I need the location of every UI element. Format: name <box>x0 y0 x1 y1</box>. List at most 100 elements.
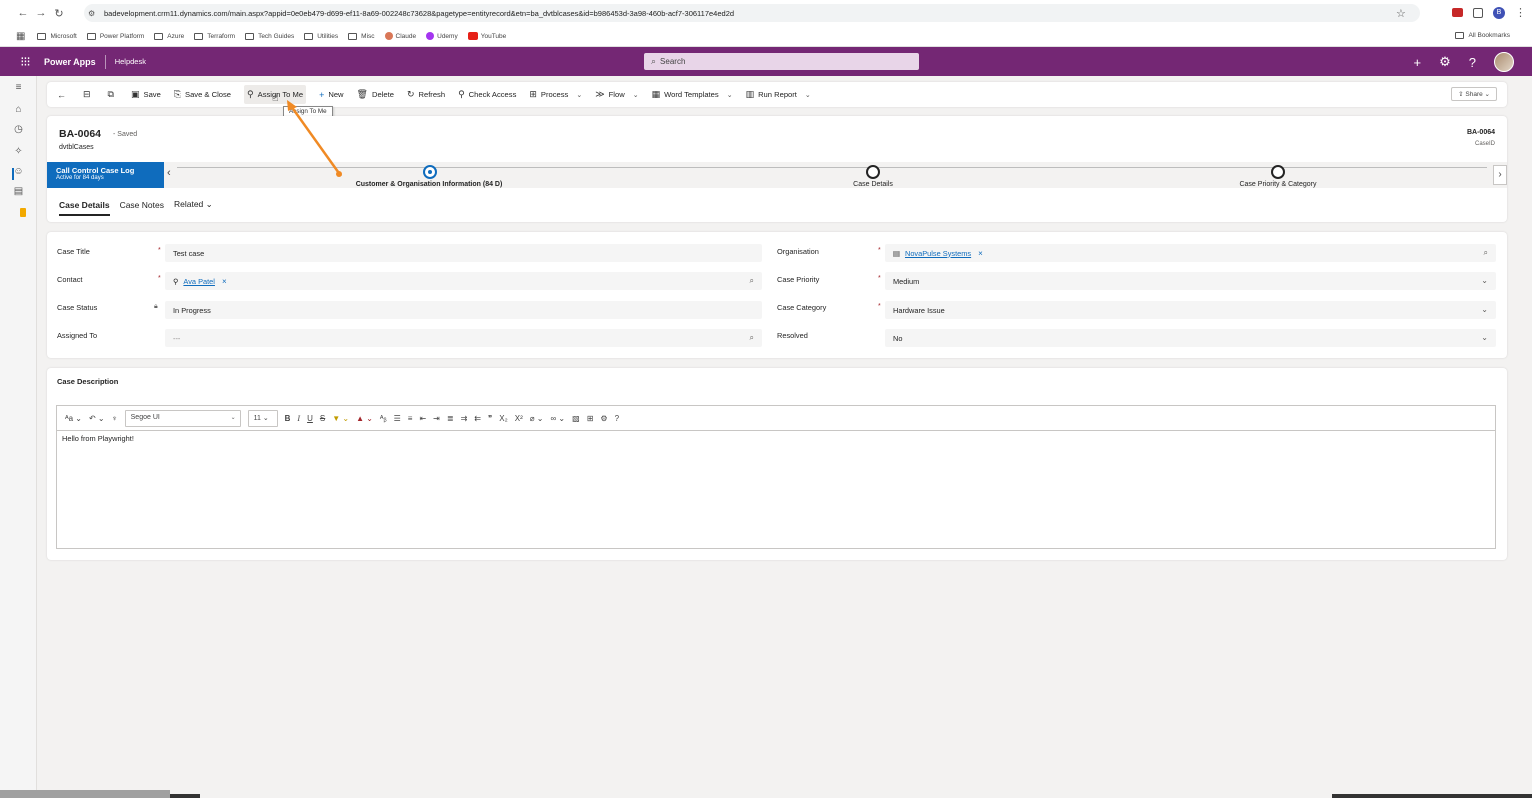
tab-case-details[interactable]: Case Details <box>59 200 110 216</box>
cases-entity-icon[interactable]: ☺ <box>0 166 37 177</box>
editor-content[interactable]: Hello from Playwright! <box>57 431 1495 446</box>
process-button[interactable]: ⊞ Process ⌄ <box>529 89 582 100</box>
format-painter-icon[interactable]: ♆ <box>112 414 118 423</box>
case-priority-select[interactable]: Medium ⌄ <box>885 272 1496 290</box>
area-switcher-icon[interactable] <box>20 208 26 217</box>
organisation-link[interactable]: NovaPulse Systems <box>905 249 971 258</box>
clear-format-icon[interactable]: ⌀ ⌄ <box>530 414 544 423</box>
assign-to-me-button[interactable]: ⚲ Assign To Me <box>244 85 307 104</box>
bold-icon[interactable]: B <box>285 414 291 423</box>
refresh-button[interactable]: ↻ Refresh <box>407 89 445 100</box>
font-size-select[interactable]: 11 ⌄ <box>247 409 278 427</box>
bookmark-item[interactable]: Tech Guides <box>245 32 294 40</box>
remove-contact-icon[interactable]: × <box>222 277 227 286</box>
new-button[interactable]: + New <box>319 90 343 100</box>
stage-node[interactable] <box>1271 165 1285 179</box>
back-icon[interactable]: ← <box>14 7 32 19</box>
process-flyout[interactable]: Call Control Case Log Active for 84 days <box>47 162 164 188</box>
stage-node[interactable] <box>866 165 880 179</box>
bookmark-item[interactable]: YouTube <box>467 32 506 40</box>
forward-icon[interactable]: → <box>32 7 50 19</box>
stage-label[interactable]: Case Priority & Category <box>1239 181 1316 188</box>
rich-text-editor[interactable]: ᴬa ⌄ ↶ ⌄ ♆ Segoe UI ⌄ 11 ⌄ B I U S ▼ ⌄ ▲ … <box>56 405 1496 549</box>
apps-grid-icon[interactable]: ▦ <box>16 31 25 42</box>
delete-button[interactable]: 🗑︎ Delete <box>357 89 394 100</box>
add-icon[interactable]: + <box>1414 55 1422 70</box>
search-icon[interactable]: ⌕ <box>750 333 754 343</box>
bookmark-star-icon[interactable]: ☆ <box>1396 7 1406 20</box>
browser-menu-icon[interactable]: ⋮ <box>1515 6 1526 19</box>
site-info-icon[interactable]: ⚙ <box>88 9 98 18</box>
subscript-icon[interactable]: X₂ <box>499 414 507 423</box>
address-bar[interactable]: ⚙ badevelopment.crm11.dynamics.com/main.… <box>84 4 1420 22</box>
highlight-icon[interactable]: ▼ ⌄ <box>332 414 349 423</box>
stage-label[interactable]: Case Details <box>853 181 893 188</box>
app-launcher-icon[interactable]: ⁝⁝⁝ <box>10 54 40 70</box>
stage-label[interactable]: Customer & Organisation Information (84 … <box>356 181 503 188</box>
open-new-window-button[interactable]: ⧉ <box>108 89 118 100</box>
word-templates-button[interactable]: ▦ Word Templates ⌄ <box>652 89 733 100</box>
increase-indent-icon[interactable]: ⇥ <box>433 414 440 423</box>
search-icon[interactable]: ⌕ <box>1484 248 1488 258</box>
organisation-lookup[interactable]: ▤ NovaPulse Systems × ⌕ <box>885 244 1496 262</box>
flow-button[interactable]: ≫ Flow ⌄ <box>595 89 638 100</box>
reload-icon[interactable]: ↻ <box>50 7 68 20</box>
home-icon[interactable]: ⌂ <box>0 104 37 115</box>
bullet-list-icon[interactable]: ☰ <box>394 414 401 423</box>
table-icon[interactable]: ⊞ <box>587 414 594 423</box>
help-icon[interactable]: ? <box>615 414 619 423</box>
stage-node-active[interactable] <box>423 165 437 179</box>
contact-lookup[interactable]: ⚲ Ava Patel × ⌕ <box>165 272 762 290</box>
text-style-icon[interactable]: ᴬa ⌄ <box>65 414 82 423</box>
help-icon[interactable]: ? <box>1469 55 1476 70</box>
app-area[interactable]: Helpdesk <box>115 57 146 66</box>
pinned-icon[interactable]: ✧ <box>0 146 37 157</box>
global-search[interactable]: ⌕ Search <box>644 53 919 70</box>
align-icon[interactable]: ≣ <box>447 414 454 423</box>
chevron-left-icon[interactable]: ‹ <box>167 167 171 179</box>
resolved-select[interactable]: No ⌄ <box>885 329 1496 347</box>
user-avatar[interactable] <box>1494 52 1514 72</box>
italic-icon[interactable]: I <box>297 414 300 423</box>
font-family-select[interactable]: Segoe UI ⌄ <box>124 409 241 427</box>
image-icon[interactable]: ▧ <box>572 414 580 423</box>
save-close-button[interactable]: ⎘ Save & Close <box>174 89 231 100</box>
share-button[interactable]: ⇪ Share ⌄ <box>1451 87 1497 101</box>
ltr-icon[interactable]: ⇉ <box>461 414 468 423</box>
font-color-icon[interactable]: ▲ ⌄ <box>356 414 373 423</box>
bookmark-item[interactable]: Claude <box>384 32 416 40</box>
bookmark-item[interactable]: Terraform <box>194 32 235 40</box>
remove-organisation-icon[interactable]: × <box>978 249 983 258</box>
recent-clock-icon[interactable]: ◷ <box>0 124 37 135</box>
bookmark-item[interactable]: Microsoft <box>37 32 77 40</box>
numbered-list-icon[interactable]: ≡ <box>408 414 413 423</box>
notes-entity-icon[interactable]: ▤ <box>0 186 37 197</box>
contact-link[interactable]: Ava Patel <box>183 277 215 286</box>
chevron-right-icon[interactable]: › <box>1493 165 1507 185</box>
case-category-select[interactable]: Hardware Issue ⌄ <box>885 301 1496 319</box>
app-name[interactable]: Power Apps <box>44 57 96 67</box>
underline-icon[interactable]: U <box>307 414 313 423</box>
strikethrough-icon[interactable]: S <box>320 414 325 423</box>
link-icon[interactable]: ∞ ⌄ <box>551 414 566 423</box>
all-bookmarks[interactable]: All Bookmarks <box>1455 32 1510 39</box>
bookmark-item[interactable]: Udemy <box>426 32 458 40</box>
assigned-to-lookup[interactable]: --- ⌕ <box>165 329 762 347</box>
tab-related[interactable]: Related ⌄ <box>174 199 213 210</box>
run-report-button[interactable]: ▥ Run Report ⌄ <box>746 89 811 100</box>
superscript-icon[interactable]: X² <box>515 414 523 423</box>
check-access-button[interactable]: ⚲ Check Access <box>458 89 516 100</box>
bookmark-item[interactable]: Utilities <box>304 32 338 40</box>
rtl-icon[interactable]: ⇇ <box>474 414 481 423</box>
spell-check-icon[interactable]: ᴬᵦ <box>380 414 387 423</box>
tab-case-notes[interactable]: Case Notes <box>120 200 164 210</box>
back-button[interactable]: ← <box>57 90 70 100</box>
form-view-button[interactable]: ⊟ <box>83 89 95 100</box>
bookmark-item[interactable]: Power Platform <box>86 32 144 40</box>
extension-icon[interactable] <box>1452 8 1463 17</box>
bookmark-item[interactable]: Azure <box>154 32 184 40</box>
settings-icon[interactable]: ⚙ <box>600 414 607 423</box>
quote-icon[interactable]: ❞ <box>488 414 492 423</box>
save-button[interactable]: ▣ Save <box>131 89 161 100</box>
search-icon[interactable]: ⌕ <box>750 276 754 286</box>
